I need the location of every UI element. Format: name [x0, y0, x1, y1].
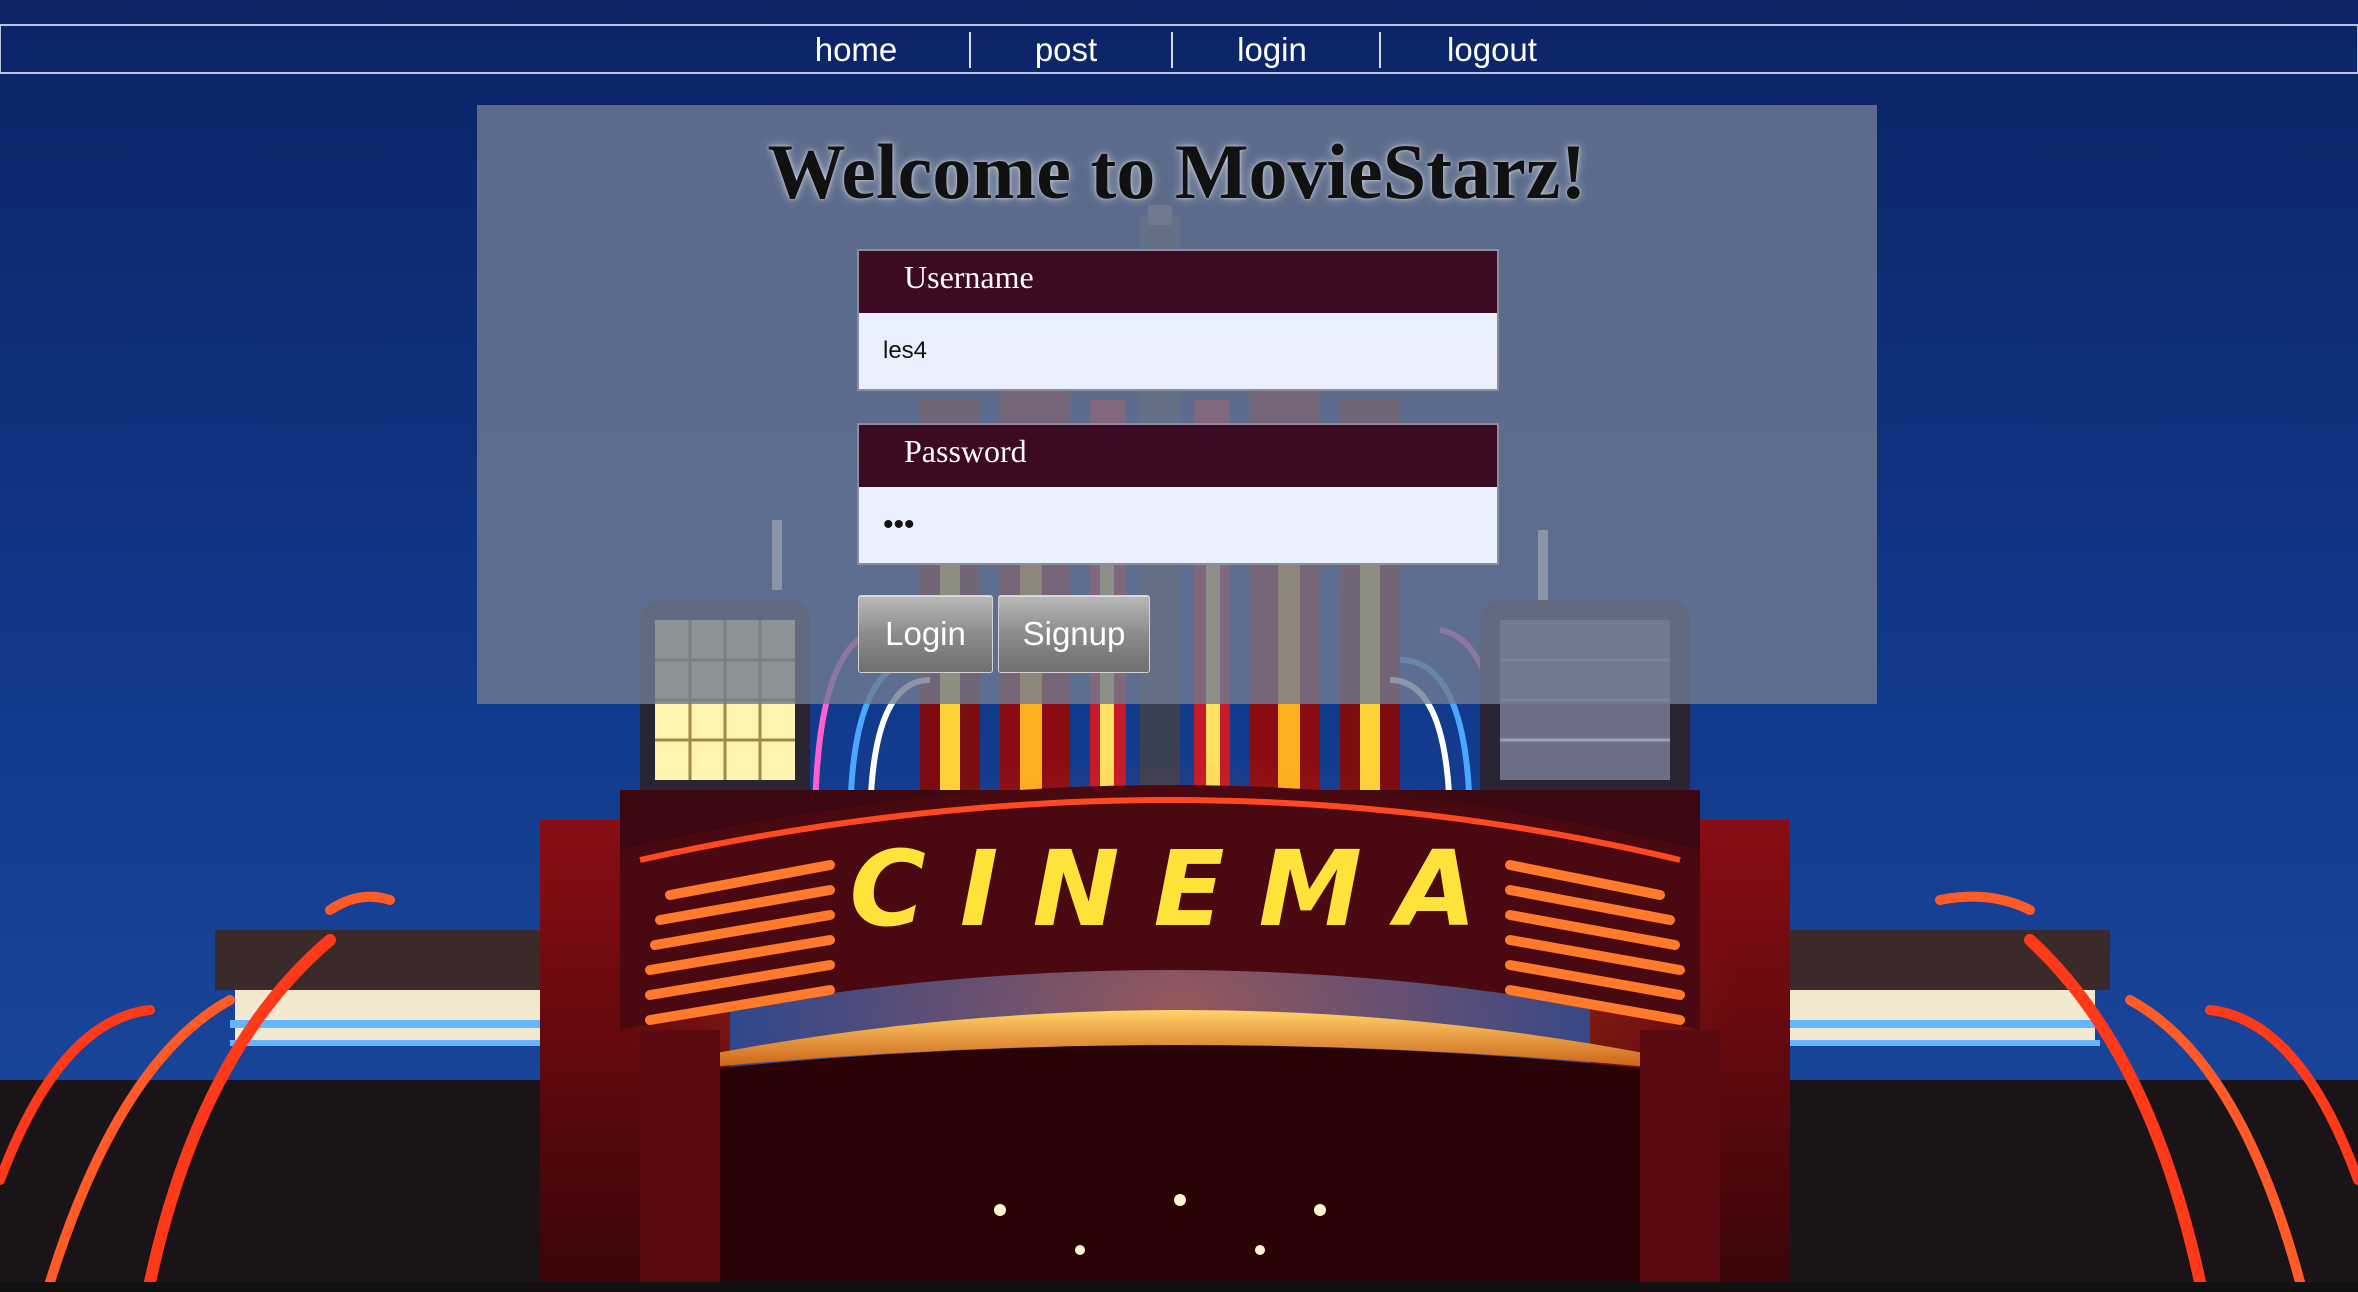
login-panel: Welcome to MovieStarz! Username Password…	[477, 105, 1877, 704]
window-bottom-edge	[0, 1282, 2358, 1292]
page-title: Welcome to MovieStarz!	[767, 128, 1587, 215]
nav-divider	[1171, 32, 1173, 68]
nav-divider	[969, 32, 971, 68]
nav-logout-link[interactable]: logout	[1432, 26, 1552, 72]
signup-button[interactable]: Signup	[998, 595, 1150, 673]
nav-home-link[interactable]: home	[806, 26, 906, 72]
username-input[interactable]	[859, 313, 1497, 389]
password-label: Password	[859, 425, 1497, 487]
nav-divider	[1379, 32, 1381, 68]
nav-post-link[interactable]: post	[1016, 26, 1116, 72]
top-nav-bar: home post login logout	[0, 24, 2358, 74]
password-input[interactable]	[859, 487, 1497, 563]
login-button[interactable]: Login	[858, 595, 993, 673]
cinema-marquee-text: CINEMA	[849, 828, 1510, 950]
username-label: Username	[859, 251, 1497, 313]
nav-login-link[interactable]: login	[1222, 26, 1322, 72]
password-field-group: Password	[857, 423, 1499, 565]
username-field-group: Username	[857, 249, 1499, 391]
